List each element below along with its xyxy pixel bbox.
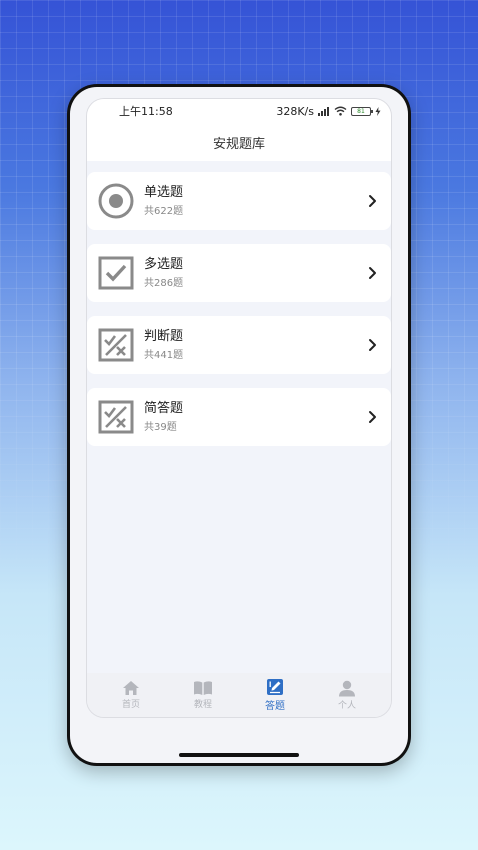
category-true-false[interactable]: 判断题 共441题: [87, 316, 391, 374]
charging-icon: [375, 106, 381, 116]
category-count: 共441题: [144, 349, 184, 361]
user-icon: [339, 680, 355, 696]
status-time: 上午11:58: [119, 105, 173, 118]
category-title: 单选题: [144, 184, 184, 200]
battery-icon: 81: [351, 106, 373, 116]
tab-profile[interactable]: 个人: [322, 680, 372, 711]
phone-body: 上午11:58 328K/s 81 安规题库 单选题 共622题 多选题 共28…: [70, 87, 408, 763]
category-title: 判断题: [144, 328, 184, 344]
bottom-tab-bar: 首页 教程 答题 个人: [87, 673, 391, 717]
home-indicator: [179, 753, 299, 757]
radio-icon: [97, 182, 135, 220]
home-icon: [123, 681, 139, 695]
category-text: 简答题 共39题: [144, 400, 367, 435]
category-short-answer[interactable]: 简答题 共39题: [87, 388, 391, 446]
tab-label: 教程: [193, 700, 212, 710]
category-text: 判断题 共441题: [144, 328, 367, 363]
category-single-choice[interactable]: 单选题 共622题: [87, 172, 391, 230]
category-count: 共286题: [144, 277, 184, 289]
tab-label: 个人: [337, 700, 356, 711]
category-multiple-choice[interactable]: 多选题 共286题: [87, 244, 391, 302]
category-count: 共39题: [144, 421, 177, 433]
phone-frame: 上午11:58 328K/s 81 安规题库 单选题 共622题 多选题 共28…: [67, 84, 411, 766]
app-screen: 上午11:58 328K/s 81 安规题库 单选题 共622题 多选题 共28…: [86, 98, 392, 718]
chevron-right-icon: [369, 411, 376, 423]
signal-icon: [318, 106, 329, 116]
book-icon: [194, 681, 212, 695]
tab-label: 答题: [265, 701, 285, 712]
checkbox-icon: [97, 254, 135, 292]
pen-icon: [267, 679, 283, 695]
tab-home[interactable]: 首页: [106, 680, 156, 710]
chevron-right-icon: [369, 339, 376, 351]
wifi-icon: [334, 106, 347, 116]
chevron-right-icon: [369, 267, 376, 279]
chevron-right-icon: [369, 195, 376, 207]
status-indicators: 328K/s 81: [276, 105, 381, 118]
category-text: 多选题 共286题: [144, 256, 367, 291]
tab-tutorial[interactable]: 教程: [178, 680, 228, 710]
tab-label: 首页: [121, 700, 140, 710]
status-bar: 上午11:58 328K/s 81: [87, 99, 391, 123]
true-false-icon: [97, 326, 135, 364]
category-text: 单选题 共622题: [144, 184, 367, 219]
category-list: 单选题 共622题 多选题 共286题 判断题 共441题 简答题 共39题: [87, 161, 391, 446]
page-title-bar: 安规题库: [87, 123, 391, 161]
network-speed: 328K/s: [276, 104, 314, 118]
category-title: 多选题: [144, 256, 184, 272]
category-title: 简答题: [144, 400, 184, 416]
short-answer-icon: [97, 398, 135, 436]
page-title: 安规题库: [212, 136, 265, 152]
tab-answer[interactable]: 答题: [250, 678, 300, 712]
category-count: 共622题: [144, 205, 184, 217]
